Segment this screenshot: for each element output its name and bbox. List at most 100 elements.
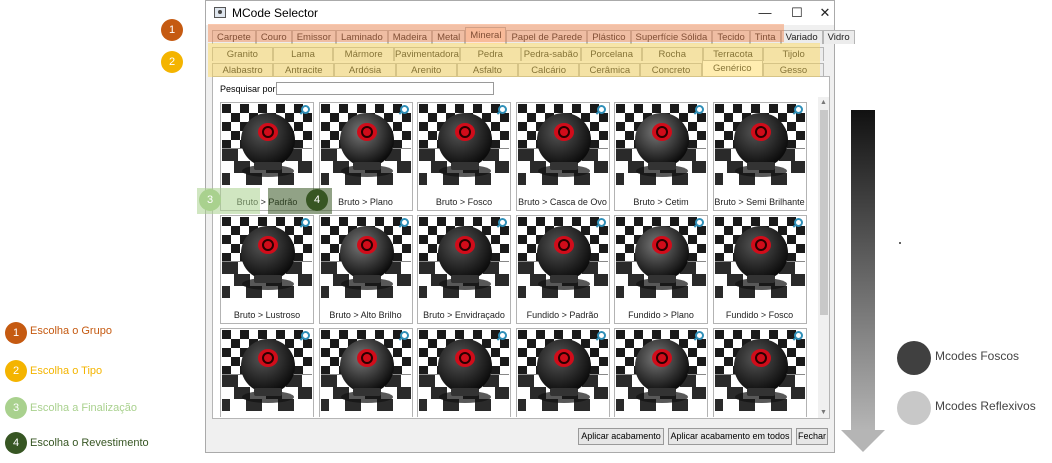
group_tabs-tab-13[interactable]: Vidro (822, 30, 855, 44)
material-card[interactable]: Bruto > Fosco (417, 102, 511, 211)
legend-step-3-badge: 3 (5, 397, 27, 419)
maximize-icon[interactable]: ☐ (782, 1, 812, 25)
apply-finish-all-button[interactable]: Aplicar acabamento em todos (668, 428, 792, 445)
material-preview (419, 217, 509, 299)
dot-marker (899, 242, 901, 244)
material-preview (517, 217, 608, 299)
zoom-icon[interactable] (695, 105, 704, 114)
material-card[interactable] (712, 328, 807, 417)
material-preview (616, 217, 706, 299)
step-4-badge: 4 (306, 189, 328, 211)
material-label: Bruto > Lustroso (233, 310, 301, 320)
material-preview (419, 104, 509, 186)
step-3-badge: 3 (199, 189, 221, 211)
material-label: Bruto > Alto Brilho (329, 310, 402, 320)
legend-step-3-label: Escolha a Finalização (30, 402, 138, 414)
material-preview (222, 217, 312, 299)
material-label: Fundido > Plano (628, 310, 694, 320)
zoom-icon[interactable] (793, 105, 803, 114)
material-preview (419, 330, 509, 412)
matte-mcodes-label: Mcodes Foscos (935, 349, 1020, 363)
zoom-icon[interactable] (301, 105, 310, 114)
legend-step-1-label: Escolha o Grupo (30, 325, 112, 337)
zoom-icon[interactable] (399, 218, 409, 227)
step-2-badge: 2 (161, 51, 183, 73)
window-title: MCode Selector (232, 6, 319, 20)
zoom-icon[interactable] (498, 105, 507, 114)
zoom-icon[interactable] (793, 218, 803, 227)
search-input[interactable] (276, 82, 494, 95)
close-button[interactable]: Fechar (796, 428, 828, 445)
legend-step-1-badge: 1 (5, 322, 27, 344)
scroll-down-icon[interactable]: ▼ (818, 407, 829, 418)
zoom-icon[interactable] (301, 331, 310, 340)
material-preview (320, 104, 411, 186)
title-bar: MCode Selector — ☐ ✕ (206, 1, 834, 25)
zoom-icon[interactable] (399, 331, 409, 340)
zoom-icon[interactable] (695, 218, 704, 227)
reflective-mcodes-swatch (897, 391, 931, 425)
material-card[interactable]: Fundido > Fosco (712, 215, 807, 324)
material-card[interactable] (614, 328, 708, 417)
material-pane: Pesquisar por: Bruto > Padrão Bruto > Pla… (212, 76, 830, 419)
material-label: Bruto > Casca de Ovo (518, 197, 607, 207)
material-preview (222, 104, 312, 186)
material-grid: Bruto > Padrão Bruto > Plano Bruto > Fosco… (220, 102, 818, 417)
zoom-icon[interactable] (596, 105, 606, 114)
material-card[interactable]: Bruto > Envidraçado (417, 215, 511, 324)
gradient-arrow-head (841, 430, 885, 452)
material-label: Bruto > Envidraçado (423, 310, 505, 320)
apply-finish-button[interactable]: Aplicar acabamento (578, 428, 664, 445)
legend-step-2-label: Escolha o Tipo (30, 365, 103, 377)
group-highlight (208, 24, 784, 42)
material-card[interactable]: Fundido > Plano (614, 215, 708, 324)
zoom-icon[interactable] (301, 218, 310, 227)
material-card[interactable] (220, 328, 314, 417)
close-icon[interactable]: ✕ (810, 1, 840, 25)
material-preview (320, 330, 411, 412)
gradient-arrow-shaft (851, 110, 875, 430)
material-preview (320, 217, 411, 299)
material-label: Bruto > Fosco (435, 197, 493, 207)
step-1-badge: 1 (161, 19, 183, 41)
material-card[interactable]: Bruto > Plano (318, 102, 413, 211)
zoom-icon[interactable] (596, 218, 606, 227)
app-icon (214, 7, 226, 18)
scroll-up-icon[interactable]: ▲ (818, 97, 829, 108)
matte-mcodes-swatch (897, 341, 931, 375)
material-preview (222, 330, 312, 412)
material-preview (616, 330, 706, 412)
material-label: Fundido > Fosco (725, 310, 794, 320)
material-preview (714, 217, 805, 299)
material-card[interactable]: Bruto > Casca de Ovo (515, 102, 610, 211)
material-card[interactable]: Bruto > Cetim (614, 102, 708, 211)
material-label: Bruto > Cetim (633, 197, 689, 207)
material-label: Bruto > Plano (338, 197, 393, 207)
vertical-scrollbar[interactable]: ▲ ▼ (818, 97, 829, 418)
reflective-mcodes-label: Mcodes Reflexivos (935, 399, 1036, 413)
material-card[interactable]: Bruto > Semi Brilhante (712, 102, 807, 211)
minimize-icon[interactable]: — (750, 1, 780, 25)
search-label: Pesquisar por: (220, 84, 279, 94)
material-card[interactable]: Fundido > Padrão (515, 215, 610, 324)
zoom-icon[interactable] (399, 105, 409, 114)
material-card[interactable]: Bruto > Alto Brilho (318, 215, 413, 324)
material-card[interactable] (318, 328, 413, 417)
type-highlight (208, 43, 820, 77)
material-label: Fundido > Padrão (526, 310, 599, 320)
material-card[interactable]: Bruto > Lustroso (220, 215, 314, 324)
group_tabs-tab-12[interactable]: Variado (780, 30, 823, 44)
legend-step-2-badge: 2 (5, 360, 27, 382)
material-card[interactable] (417, 328, 511, 417)
legend-step-4-label: Escolha o Revestimento (30, 437, 149, 449)
zoom-icon[interactable] (596, 331, 606, 340)
zoom-icon[interactable] (498, 218, 507, 227)
material-card[interactable] (515, 328, 610, 417)
scroll-thumb[interactable] (820, 110, 828, 315)
zoom-icon[interactable] (793, 331, 803, 340)
legend-step-4-badge: 4 (5, 432, 27, 454)
zoom-icon[interactable] (498, 331, 507, 340)
material-preview (517, 104, 608, 186)
material-preview (616, 104, 706, 186)
zoom-icon[interactable] (695, 331, 704, 340)
